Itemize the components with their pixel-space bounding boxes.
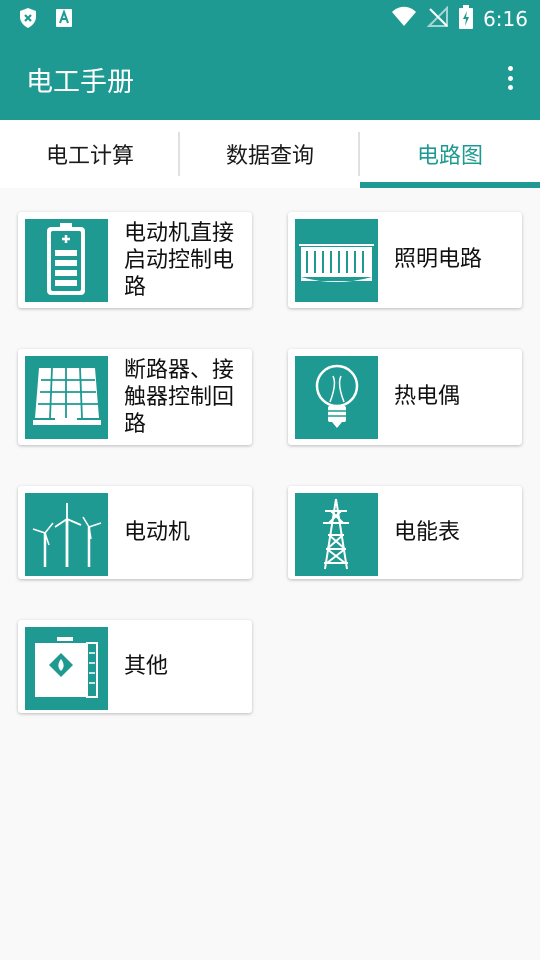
card-label: 热电偶 [394, 384, 461, 409]
card-electric-meter[interactable]: 电能表 [288, 486, 522, 579]
app-title: 电工手册 [26, 67, 134, 98]
clock: 6:16 [483, 7, 528, 31]
card-motor-direct-start[interactable]: 电动机直接启动控制电路 [18, 212, 252, 308]
tab-indicator [360, 182, 540, 188]
font-a-icon [54, 7, 74, 33]
card-label: 断路器、接触器控制回路 [124, 358, 235, 437]
wifi-icon [391, 6, 417, 32]
card-label: 电动机直接启动控制电路 [124, 221, 235, 300]
card-thermocouple[interactable]: 热电偶 [288, 349, 522, 445]
tab-electrical-calc[interactable]: 电工计算 [0, 120, 180, 188]
tab-bar: 电工计算 数据查询 电路图 [0, 120, 540, 188]
shield-x-icon [18, 7, 38, 33]
app-bar: 电工手册 [0, 36, 540, 120]
card-label: 电动机 [124, 520, 191, 545]
power-station-icon [295, 219, 378, 302]
card-motor[interactable]: 电动机 [18, 486, 252, 579]
power-tower-icon [295, 493, 378, 576]
card-label: 电能表 [394, 520, 461, 545]
card-breaker-contactor[interactable]: 断路器、接触器控制回路 [18, 349, 252, 445]
tab-label: 电工计算 [45, 144, 134, 169]
solar-panel-icon [25, 356, 108, 439]
card-other[interactable]: 其他 [18, 620, 252, 713]
tab-data-query[interactable]: 数据查询 [180, 120, 360, 188]
signal-off-icon [426, 5, 449, 32]
tab-label: 电路图 [416, 144, 483, 169]
card-label: 照明电路 [394, 247, 483, 272]
wind-turbine-icon [25, 493, 108, 576]
battery-icon [25, 219, 108, 302]
status-bar: 6:16 [0, 0, 540, 36]
tab-label: 数据查询 [225, 144, 314, 169]
card-lighting-circuit[interactable]: 照明电路 [288, 212, 522, 308]
battery-charging-icon [459, 5, 474, 33]
card-label: 其他 [124, 654, 169, 679]
light-bulb-icon [295, 356, 378, 439]
tab-circuit-diagram[interactable]: 电路图 [360, 120, 540, 188]
more-vert-icon[interactable] [498, 62, 522, 94]
flammable-container-icon [25, 627, 108, 710]
